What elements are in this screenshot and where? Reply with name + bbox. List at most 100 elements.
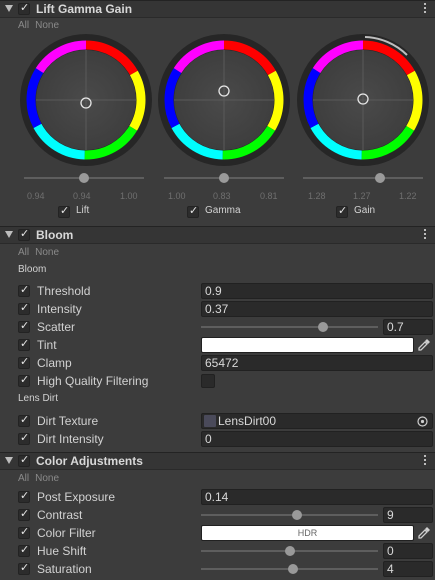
saturation-override-checkbox[interactable]: ✓: [18, 562, 30, 575]
tint-color-field[interactable]: [201, 337, 414, 353]
none-button[interactable]: None: [35, 247, 59, 258]
lift-slider-knob: [79, 173, 89, 183]
gain-wheel[interactable]: [297, 34, 429, 166]
clamp-field[interactable]: 65472: [201, 355, 433, 371]
none-button[interactable]: None: [35, 20, 59, 31]
intensity-field[interactable]: 0.37: [201, 301, 433, 317]
color-adjustments-header[interactable]: ✓ Color Adjustments: [0, 452, 435, 470]
texture-thumbnail-icon: [204, 415, 216, 427]
dirt-intensity-label: Dirt Intensity: [37, 432, 104, 446]
checkmark-icon: ✓: [20, 526, 30, 538]
section-title: Lift Gamma Gain: [36, 2, 133, 16]
dirt-intensity-override-checkbox[interactable]: ✓: [18, 432, 30, 445]
threshold-override-checkbox[interactable]: ✓: [18, 284, 30, 297]
all-none-toggles: All None: [18, 473, 65, 484]
checkmark-icon: ✓: [20, 490, 30, 502]
contrast-label: Contrast: [37, 508, 83, 522]
lift-value-3: 1.00: [120, 191, 138, 201]
gamma-value-1: 1.00: [168, 191, 186, 201]
gain-value-2: 1.27: [353, 191, 371, 201]
dirt-texture-object-field[interactable]: LensDirt00: [201, 413, 433, 429]
lift-checkbox[interactable]: ✓: [58, 205, 70, 218]
saturation-slider-knob[interactable]: [288, 564, 298, 574]
checkmark-icon: ✓: [20, 432, 30, 444]
color-filter-label: Color Filter: [37, 526, 96, 540]
bloom-header[interactable]: ✓ Bloom: [0, 226, 435, 244]
lift-gamma-gain-header[interactable]: ✓ Lift Gamma Gain: [0, 0, 435, 18]
lift-gamma-gain-enabled-checkbox[interactable]: ✓: [18, 2, 30, 15]
dirt-intensity-field[interactable]: 0: [201, 431, 433, 447]
gain-value-3: 1.22: [399, 191, 417, 201]
scatter-slider-knob[interactable]: [318, 322, 328, 332]
lift-value-1: 0.94: [27, 191, 45, 201]
gamma-value-2: 0.83: [213, 191, 231, 201]
gain-value-1: 1.28: [308, 191, 326, 201]
none-button[interactable]: None: [35, 473, 59, 484]
scatter-override-checkbox[interactable]: ✓: [18, 320, 30, 333]
post-exposure-field[interactable]: 0.14: [201, 489, 433, 505]
contrast-field[interactable]: 9: [383, 507, 433, 523]
checkmark-icon: ✓: [20, 562, 30, 574]
eyedropper-icon[interactable]: [416, 525, 432, 541]
gain-checkbox[interactable]: ✓: [336, 205, 348, 218]
all-button[interactable]: All: [18, 247, 29, 258]
clamp-label: Clamp: [37, 356, 72, 370]
gamma-checkbox[interactable]: ✓: [187, 205, 199, 218]
scatter-slider-track[interactable]: [201, 326, 378, 328]
checkmark-icon: ✓: [20, 454, 30, 466]
hue-shift-field[interactable]: 0: [383, 543, 433, 559]
hue-shift-override-checkbox[interactable]: ✓: [18, 544, 30, 557]
checkmark-icon: ✓: [20, 338, 30, 350]
foldout-arrow-icon[interactable]: [5, 5, 13, 12]
saturation-field[interactable]: 4: [383, 561, 433, 577]
color-filter-override-checkbox[interactable]: ✓: [18, 526, 30, 539]
eyedropper-icon[interactable]: [416, 337, 432, 353]
color-filter-color-field[interactable]: HDR: [201, 525, 414, 541]
checkmark-icon: ✓: [20, 228, 30, 240]
saturation-label: Saturation: [37, 562, 92, 576]
foldout-arrow-icon[interactable]: [5, 457, 13, 464]
tint-override-checkbox[interactable]: ✓: [18, 338, 30, 351]
gamma-slider-knob: [219, 173, 229, 183]
clamp-override-checkbox[interactable]: ✓: [18, 356, 30, 369]
checkmark-icon: ✓: [60, 205, 70, 217]
gamma-wheel[interactable]: [158, 34, 290, 166]
color-adjustments-enabled-checkbox[interactable]: ✓: [18, 454, 30, 467]
dirt-texture-override-checkbox[interactable]: ✓: [18, 414, 30, 427]
bloom-subheader: Bloom: [18, 264, 47, 275]
checkmark-icon: ✓: [20, 414, 30, 426]
contrast-override-checkbox[interactable]: ✓: [18, 508, 30, 521]
hqf-label: High Quality Filtering: [37, 374, 149, 388]
contrast-slider-knob[interactable]: [292, 510, 302, 520]
object-picker-icon[interactable]: [417, 416, 428, 427]
foldout-arrow-icon[interactable]: [5, 231, 13, 238]
hdr-badge: HDR: [297, 528, 318, 538]
post-exposure-override-checkbox[interactable]: ✓: [18, 490, 30, 503]
scatter-label: Scatter: [37, 320, 76, 334]
lift-wheel[interactable]: [20, 34, 152, 166]
hue-shift-slider-knob[interactable]: [285, 546, 295, 556]
gain-label: Gain: [354, 205, 376, 216]
bloom-enabled-checkbox[interactable]: ✓: [18, 228, 30, 241]
lift-label: Lift: [76, 205, 90, 216]
dirt-texture-value: LensDirt00: [218, 414, 277, 428]
hqf-toggle[interactable]: [201, 374, 215, 388]
checkmark-icon: ✓: [189, 205, 199, 217]
checkmark-icon: ✓: [20, 302, 30, 314]
gamma-value-3: 0.81: [260, 191, 278, 201]
all-button[interactable]: All: [18, 20, 29, 31]
all-button[interactable]: All: [18, 473, 29, 484]
all-none-toggles: All None: [18, 20, 65, 31]
lift-value-2: 0.94: [73, 191, 91, 201]
dirt-texture-label: Dirt Texture: [37, 414, 99, 428]
kebab-menu-icon[interactable]: [424, 3, 427, 15]
kebab-menu-icon[interactable]: [424, 229, 427, 241]
kebab-menu-icon[interactable]: [424, 455, 427, 467]
threshold-label: Threshold: [37, 284, 91, 298]
intensity-override-checkbox[interactable]: ✓: [18, 302, 30, 315]
contrast-slider-track[interactable]: [201, 514, 378, 516]
scatter-field[interactable]: 0.7: [383, 319, 433, 335]
checkmark-icon: ✓: [20, 374, 30, 386]
threshold-field[interactable]: 0.9: [201, 283, 433, 299]
hqf-override-checkbox[interactable]: ✓: [18, 374, 30, 387]
